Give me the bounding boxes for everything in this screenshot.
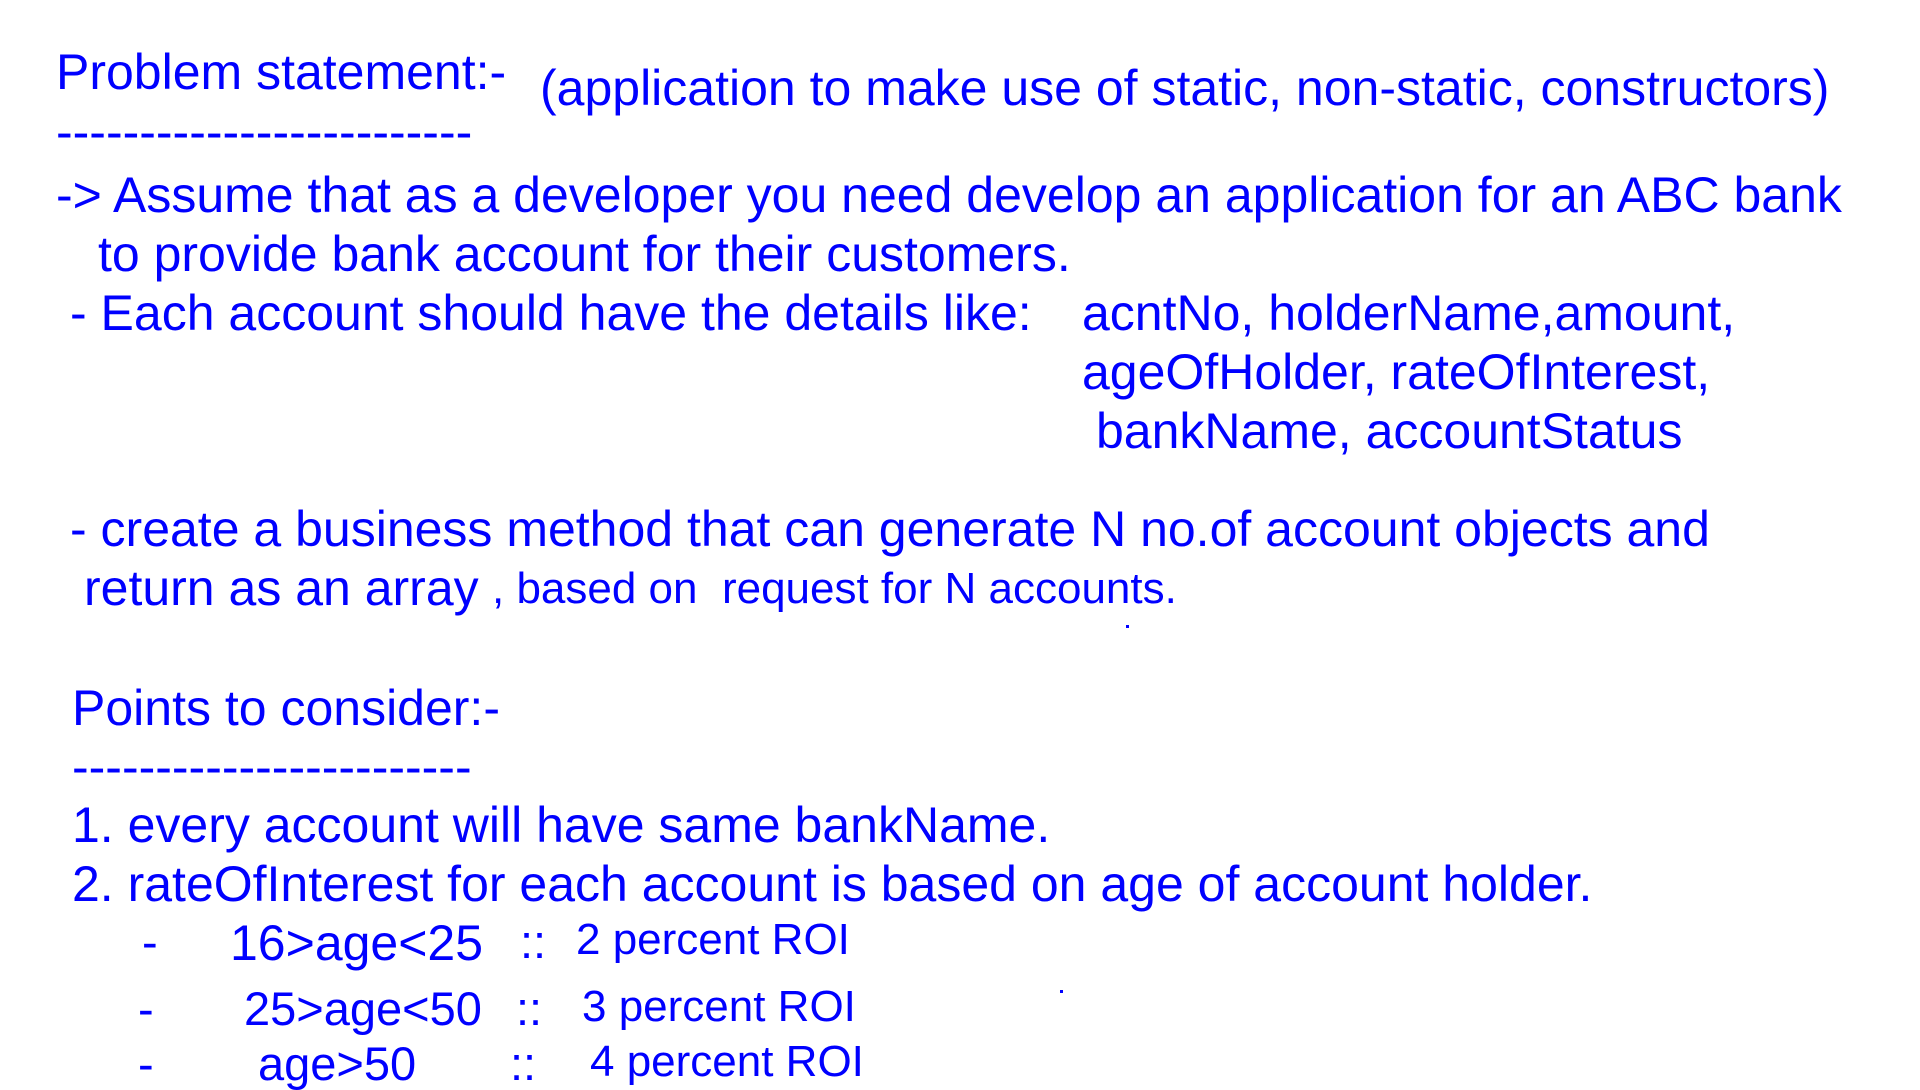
points-underline: ------------------------ xyxy=(72,739,472,795)
details-intro: - Each account should have the details l… xyxy=(70,285,1032,341)
point-item-2: 2. rateOfInterest for each account is ba… xyxy=(72,856,1593,912)
rule-roi: 4 percent ROI xyxy=(590,1037,864,1086)
statement-line-2: to provide bank account for their custom… xyxy=(98,226,1071,282)
rule-roi: 2 percent ROI xyxy=(576,915,850,964)
rule-range: 16>age<25 xyxy=(230,915,484,971)
stray-mark xyxy=(1126,625,1129,628)
rule-dash: - xyxy=(142,915,158,968)
title-underline: ------------------------- xyxy=(56,104,473,160)
rule-separator: :: xyxy=(516,982,543,1035)
points-heading: Points to consider:- xyxy=(72,680,500,736)
rule-separator: :: xyxy=(520,915,547,968)
statement-line-1: -> Assume that as a developer you need d… xyxy=(56,167,1842,223)
rule-dash: - xyxy=(138,982,154,1035)
details-line-3: bankName, accountStatus xyxy=(1096,403,1683,459)
stray-mark xyxy=(1060,990,1063,993)
method-line-1: - create a business method that can gene… xyxy=(70,501,1710,557)
method-line-2a: return as an array xyxy=(84,560,479,616)
details-line-2: ageOfHolder, rateOfInterest, xyxy=(1082,344,1711,400)
method-line-2b: , based on request for N accounts. xyxy=(492,564,1177,613)
problem-title: Problem statement:- xyxy=(56,44,507,100)
point-item-1: 1. every account will have same bankName… xyxy=(72,797,1051,853)
rule-range: 25>age<50 xyxy=(244,982,482,1035)
rule-roi: 3 percent ROI xyxy=(582,982,856,1031)
details-line-1: acntNo, holderName,amount, xyxy=(1082,285,1736,341)
slide: { "header": { "title": "Problem statemen… xyxy=(0,0,1920,1087)
problem-subtitle: (application to make use of static, non-… xyxy=(540,60,1830,116)
